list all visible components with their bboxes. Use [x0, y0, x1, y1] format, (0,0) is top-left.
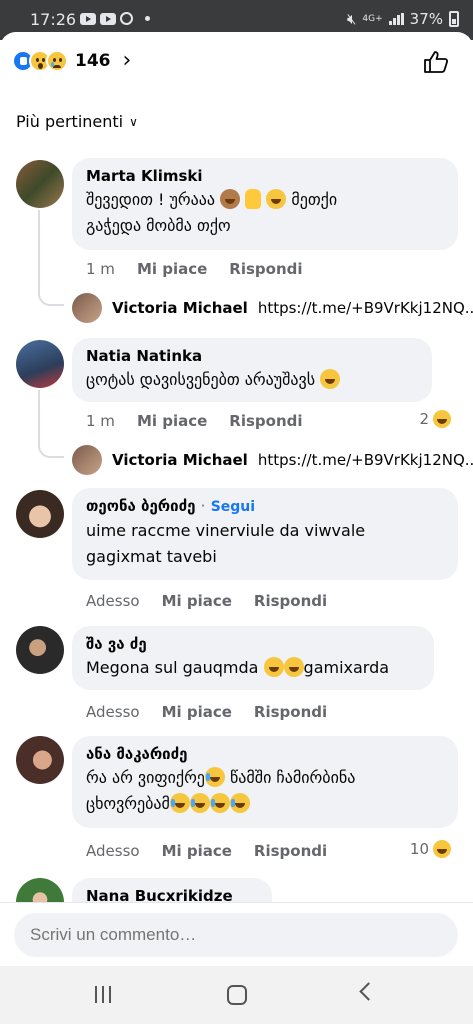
comment-text-line2: gagixmat tavebi: [86, 547, 217, 566]
reply-action[interactable]: Rispondi: [254, 842, 327, 860]
comment-text-line2: გაჭედა მობმა თქო: [86, 216, 231, 235]
thread-connector: [38, 292, 64, 306]
grin-emoji-icon: [320, 369, 341, 389]
reply-action[interactable]: Rispondi: [254, 703, 327, 721]
chevron-down-icon: ∨: [129, 114, 138, 129]
comment-time: Adesso: [86, 842, 140, 860]
comment-bubble: Natia Natinka ცოტას დავისვენებთ არაუშავს: [72, 338, 432, 402]
comment-reaction-count[interactable]: 10: [410, 840, 451, 858]
comment-text: ცოტას დავისვენებთ არაუშავს: [86, 368, 418, 392]
more-notifications-icon: [145, 16, 150, 21]
grin-emoji-icon: [263, 657, 284, 677]
tears-of-joy-emoji-icon: [189, 793, 210, 813]
sad-reaction-icon: [46, 50, 68, 72]
tears-of-joy-emoji-icon: [209, 793, 230, 813]
comment-author: თეონა ბერიძე · Segui: [86, 497, 256, 515]
like-button-icon[interactable]: [423, 50, 449, 74]
thread-connector: [38, 444, 64, 458]
reply-preview[interactable]: Victoria Michael https://t.me/+B9VrKkj12…: [72, 293, 473, 323]
avatar[interactable]: [16, 736, 64, 784]
comment-text: uime raccme vinerviule da viwvale: [86, 521, 366, 540]
comment-bubble: თეონა ბერიძე · Segui uime raccme vinervi…: [72, 488, 458, 580]
system-nav-bar: [0, 966, 473, 1024]
avatar[interactable]: [16, 160, 64, 208]
comment-actions: Adesso Mi piace Rispondi: [86, 703, 327, 721]
status-right: 🔇︎ 4G+ 37%: [347, 10, 459, 28]
monkey-emoji-icon: [220, 189, 241, 209]
like-action[interactable]: Mi piace: [162, 592, 232, 610]
reaction-count: 146: [75, 51, 111, 71]
thread-line: [38, 390, 40, 444]
comment-author[interactable]: შა ვა ძე: [86, 634, 420, 654]
chevron-right-icon: ›: [122, 48, 132, 73]
recent-apps-icon[interactable]: [95, 986, 111, 1003]
comment-time: 1 m: [86, 260, 115, 278]
reply-author: Victoria Michael: [112, 451, 248, 469]
home-icon[interactable]: [227, 985, 247, 1005]
comment-actions: 1 m Mi piace Rispondi: [86, 260, 303, 278]
comment-text-line2: ცხოვრებამ: [86, 792, 444, 816]
tears-of-joy-emoji-icon: [169, 793, 190, 813]
reactions-summary[interactable]: 146 ›: [12, 50, 131, 72]
reply-text: https://t.me/+B9VrKkj12NQ...: [257, 451, 473, 469]
reply-action[interactable]: Rispondi: [229, 260, 302, 278]
reply-text: https://t.me/+B9VrKkj12NQ...: [257, 299, 473, 317]
laugh-reaction-icon: [433, 410, 451, 428]
reply-action[interactable]: Rispondi: [229, 412, 302, 430]
comment-bubble: ანა მაკარიძე რა არ ვიფიქრე წამში ჩამირბი…: [72, 736, 458, 828]
like-action[interactable]: Mi piace: [137, 412, 207, 430]
comment-author[interactable]: Natia Natinka: [86, 346, 418, 366]
reply-author: Victoria Michael: [112, 299, 248, 317]
avatar: [72, 293, 102, 323]
app-icon: [120, 12, 133, 25]
comment-author[interactable]: Marta Klimski: [86, 166, 444, 186]
battery-icon: [449, 11, 459, 27]
comment-author[interactable]: ანა მაკარიძე: [86, 744, 444, 764]
reply-action[interactable]: Rispondi: [254, 592, 327, 610]
avatar[interactable]: [16, 490, 64, 538]
like-action[interactable]: Mi piace: [162, 703, 232, 721]
youtube-icon: [100, 12, 116, 25]
back-icon[interactable]: [359, 982, 378, 1001]
comment-composer: [0, 902, 473, 966]
thread-line: [38, 210, 40, 292]
signal-icon: [388, 13, 404, 25]
battery-level: 37%: [409, 10, 443, 28]
comment-text: რა არ ვიფიქრე წამში ჩამირბინა: [86, 767, 356, 787]
like-action[interactable]: Mi piace: [137, 260, 207, 278]
youtube-icon: [80, 12, 96, 25]
follow-button[interactable]: Segui: [211, 499, 255, 515]
comment-bubble: შა ვა ძე Megona sul gauqmda gamixarda: [72, 626, 434, 690]
comment-reaction-count[interactable]: 2: [419, 410, 451, 428]
comment-text: შევედით ! ურააა მეთქი: [86, 189, 338, 209]
comment-time: Adesso: [86, 592, 140, 610]
avatar[interactable]: [16, 626, 64, 674]
comment-input[interactable]: [14, 913, 458, 957]
reply-preview[interactable]: Victoria Michael https://t.me/+B9VrKkj12…: [72, 445, 473, 475]
comment-bubble: Marta Klimski შევედით ! ურააა მეთქი გაჭე…: [72, 158, 458, 250]
status-time: 17:26: [30, 10, 77, 29]
sort-label: Più pertinenti: [16, 112, 124, 131]
network-type: 4G+: [362, 13, 383, 24]
sort-dropdown[interactable]: Più pertinenti ∨: [16, 112, 138, 131]
comment-actions: Adesso Mi piace Rispondi: [86, 842, 327, 860]
like-action[interactable]: Mi piace: [162, 842, 232, 860]
avatar[interactable]: [16, 340, 64, 388]
comments-sheet: 146 › Più pertinenti ∨ Marta Klimski შევ…: [0, 32, 473, 966]
avatar: [72, 445, 102, 475]
tears-of-joy-emoji-icon: [204, 767, 225, 787]
notification-icons: [80, 12, 150, 25]
thumbs-up-emoji-icon: [245, 189, 262, 209]
mute-icon: 🔇︎: [346, 10, 357, 28]
tears-of-joy-emoji-icon: [229, 793, 250, 813]
comment-actions: 1 m Mi piace Rispondi: [86, 412, 303, 430]
grin-sweat-emoji-icon: [266, 189, 287, 209]
comment-time: Adesso: [86, 703, 140, 721]
grin-emoji-icon: [283, 657, 304, 677]
comment-actions: Adesso Mi piace Rispondi: [86, 592, 327, 610]
comment-time: 1 m: [86, 412, 115, 430]
laugh-reaction-icon: [433, 840, 451, 858]
comment-text: Megona sul gauqmda gamixarda: [86, 657, 390, 677]
